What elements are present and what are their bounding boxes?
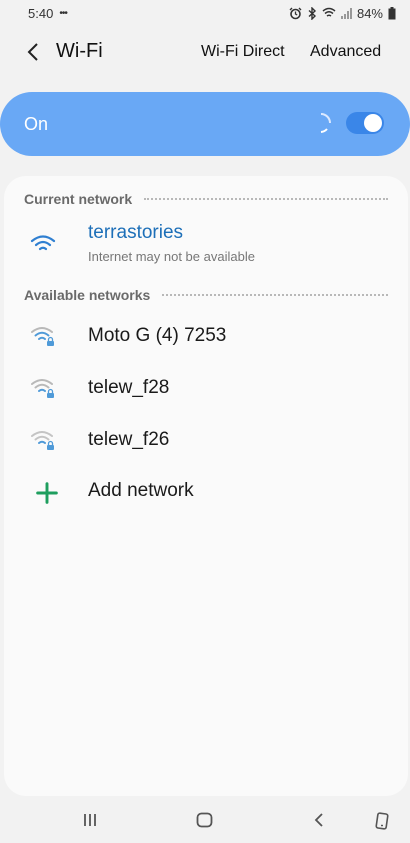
toggle-label: On [24,114,49,134]
current-network-ssid: terrastories [88,222,184,243]
signal-icon [340,7,352,19]
navigation-bar [0,800,410,843]
switch-knob [364,114,382,132]
add-network-button[interactable]: Add network [4,467,408,515]
network-list: Current network terrastories Internet ma… [4,176,408,796]
current-network-header: Current network [24,191,388,207]
current-network-row[interactable]: terrastories Internet may not be availab… [4,218,408,270]
recent-apps-icon [84,814,96,826]
available-networks-header: Available networks [24,287,388,303]
add-network-label: Add network [88,480,194,501]
status-time: 5:40 [28,5,54,21]
network-row[interactable]: telew_f26 [4,416,408,464]
wifi-status-icon [322,7,336,17]
current-network-status: Internet may not be available [88,249,255,264]
status-bar: 5:40 ••• 84% [0,0,410,26]
home-icon [196,812,213,828]
page-title: Wi-Fi [56,40,103,62]
alarm-icon [289,7,302,19]
advanced-button[interactable]: Advanced [310,43,381,61]
back-button[interactable] [20,38,46,66]
scanning-spinner-icon [320,113,331,133]
bluetooth-icon [308,6,316,20]
app-bar: Wi-Fi Wi-Fi Direct Advanced [0,30,410,74]
battery-icon [388,6,396,19]
notification-dots: ••• [59,7,67,19]
available-networks-header-label: Available networks [24,287,151,303]
network-ssid: telew_f26 [88,429,170,450]
network-ssid: Moto G (4) 7253 [88,325,227,346]
home-button[interactable] [196,812,213,833]
network-row[interactable]: telew_f28 [4,364,408,412]
current-network-header-label: Current network [24,191,133,207]
header-divider [144,198,388,200]
wifi-lock-icon [31,327,54,346]
chevron-left-icon [27,43,38,61]
wifi-direct-button[interactable]: Wi-Fi Direct [201,43,285,61]
wifi-master-toggle[interactable]: On [0,92,410,156]
rotate-phone-icon [375,812,389,830]
wifi-lock-icon [31,431,54,450]
recent-apps-button[interactable] [82,812,98,833]
wifi-full-icon [30,235,56,251]
wifi-switch[interactable] [346,112,384,134]
header-divider [162,294,388,296]
rotate-screen-button[interactable] [375,812,389,835]
back-icon [314,813,323,827]
battery-percent: 84% [356,5,383,21]
network-ssid: telew_f28 [88,377,170,398]
wifi-lock-icon [31,379,54,398]
plus-icon [36,482,58,504]
nav-back-button[interactable] [313,812,325,833]
network-row[interactable]: Moto G (4) 7253 [4,312,408,360]
